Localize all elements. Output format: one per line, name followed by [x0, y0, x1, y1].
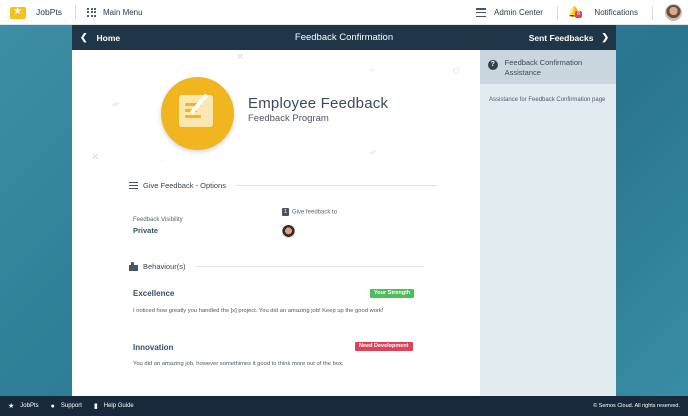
sent-feedbacks-button[interactable]: Sent Feedbacks ❯: [529, 32, 609, 43]
recipient-count-badge: 1: [282, 208, 289, 216]
divider: [652, 5, 653, 20]
decorative-x-icon: ✕: [236, 52, 245, 63]
divider: [556, 5, 558, 20]
feedback-program-badge: [161, 77, 234, 150]
notification-count-badge: 8: [574, 11, 582, 18]
behaviour-comment: You did an amazing job, however somethim…: [133, 361, 344, 367]
home-label: Home: [96, 32, 121, 43]
footer-brand-label: JobPts: [20, 403, 39, 409]
footer-help-label: Help Guide: [103, 403, 134, 409]
admin-center-button[interactable]: Admin Center: [494, 8, 543, 17]
options-heading: Give Feedback - Options: [143, 181, 226, 190]
copyright-text: © Semos Cloud. All rights reserved.: [593, 403, 680, 409]
notifications-button[interactable]: Notifications: [594, 8, 638, 17]
visibility-label: Feedback Visibility: [133, 217, 183, 223]
note-edit-icon: [179, 95, 213, 127]
divider: [195, 266, 424, 267]
visibility-value: Private: [133, 226, 159, 235]
strength-tag: Your Strength: [370, 289, 415, 298]
sent-feedbacks-label: Sent Feedbacks: [528, 32, 594, 43]
behaviour-name: Innovation: [133, 343, 174, 352]
give-feedback-to-label: Give feedback to: [292, 209, 338, 216]
page-nav-bar: ❮ Home Feedback Confirmation Sent Feedba…: [72, 25, 616, 50]
recipient-avatar[interactable]: [282, 225, 295, 238]
decorative-circle-icon: ○: [160, 158, 165, 165]
home-back-button[interactable]: ❮ Home: [80, 32, 120, 43]
footer-support-label: Support: [60, 403, 82, 409]
main-menu-button[interactable]: Main Menu: [103, 8, 143, 17]
star-folder-icon: ★: [8, 403, 15, 410]
grid-menu-icon[interactable]: [87, 7, 96, 17]
decorative-circle-icon: ○: [370, 66, 375, 75]
behaviour-comment: I noticed how greatly you handled the [x…: [133, 308, 384, 314]
give-feedback-to: 1 Give feedback to: [282, 208, 337, 216]
user-avatar[interactable]: [665, 4, 682, 21]
development-tag: Need Development: [355, 342, 413, 351]
behaviour-name: Excellence: [133, 289, 175, 298]
assistance-title: Feedback Confirmation Assistance: [504, 58, 583, 77]
book-icon: ▮: [93, 403, 98, 410]
behaviours-section-header: Behaviour(s): [129, 262, 424, 271]
decorative-dash-icon: ⁄⁄⁄: [112, 99, 120, 110]
puzzle-icon: [129, 262, 138, 271]
footer-help-link[interactable]: ▮ Help Guide: [94, 402, 134, 410]
top-bar: ★ JobPts Main Menu Admin Center 🔔8 Notif…: [0, 0, 688, 25]
footer-bar: ★ JobPts ● Support ▮ Help Guide © Semos …: [0, 396, 688, 416]
feedback-confirmation-card: ✕ ✕ ○ ○ ○ ⁄⁄⁄ ⁄⁄ Employee Feedback Feedb…: [72, 50, 480, 396]
behaviours-heading: Behaviour(s): [143, 262, 186, 271]
footer-jobpts-link[interactable]: ★ JobPts: [8, 402, 39, 410]
sliders-icon[interactable]: [476, 8, 487, 17]
brand-name[interactable]: JobPts: [36, 7, 62, 17]
decorative-x-icon: ✕: [91, 152, 100, 163]
decorative-circle-icon: ○: [452, 62, 461, 78]
chevron-left-icon: ❮: [80, 32, 88, 42]
assistance-panel: ? Feedback Confirmation Assistance Assis…: [480, 50, 616, 396]
jobpts-logo-icon[interactable]: ★: [10, 5, 26, 19]
assistance-text: Assistance for Feedback Confirmation pag…: [489, 97, 606, 103]
help-icon: ?: [488, 60, 498, 70]
sliders-icon: [129, 181, 138, 190]
options-section-header: Give Feedback - Options: [129, 181, 437, 190]
support-icon: ●: [50, 402, 55, 410]
divider: [75, 5, 76, 19]
divider: [235, 185, 437, 186]
assistance-header: ? Feedback Confirmation Assistance: [480, 50, 616, 84]
top-right-actions: Admin Center 🔔8 Notifications: [476, 0, 688, 25]
bell-icon[interactable]: 🔔8: [568, 7, 582, 18]
chevron-right-icon: ❯: [601, 32, 609, 42]
footer-support-link[interactable]: ● Support: [51, 403, 82, 410]
feedback-subtitle: Feedback Program: [248, 113, 329, 124]
decorative-dash-icon: ⁄⁄: [369, 147, 377, 158]
feedback-title: Employee Feedback: [248, 95, 389, 112]
